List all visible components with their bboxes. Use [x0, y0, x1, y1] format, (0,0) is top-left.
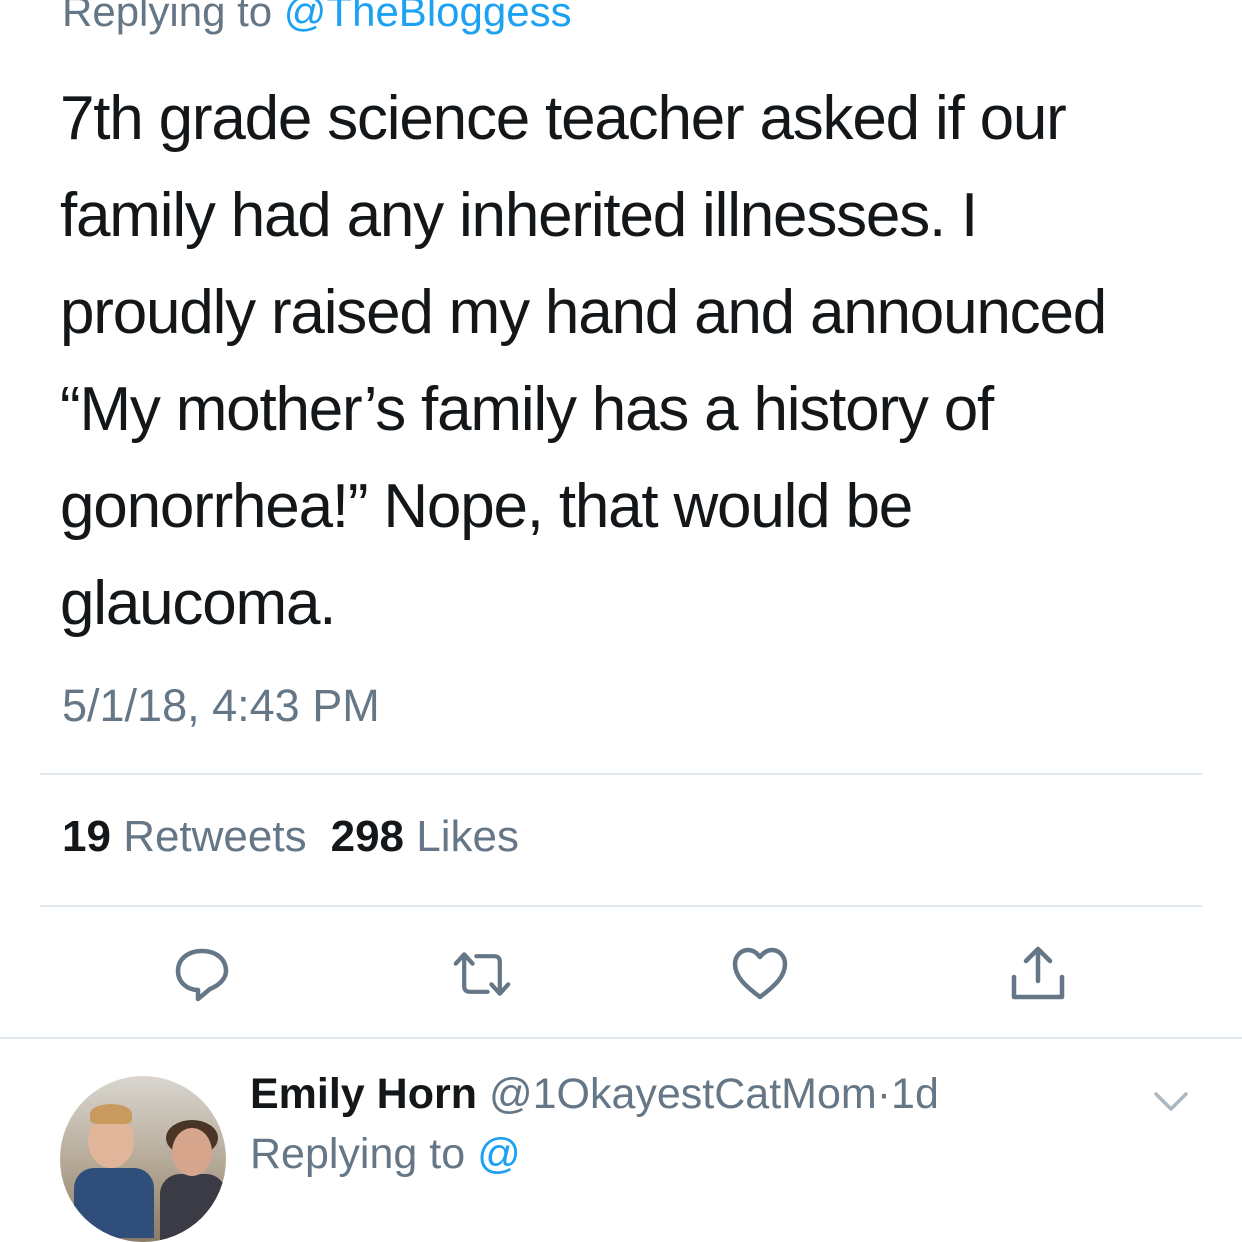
tweet-text-line: family had any inherited illnesses. I: [60, 181, 978, 250]
divider: [0, 1037, 1242, 1039]
likes-label: Likes: [416, 812, 519, 861]
replying-to: Replying to @TheBloggess: [62, 0, 572, 36]
replying-to-label: Replying to: [62, 0, 284, 35]
reply-button[interactable]: [172, 944, 232, 1004]
tweet-text-line: glaucoma.: [60, 569, 336, 638]
tweet-text: 7th grade science teacher asked if our f…: [60, 70, 1210, 652]
share-icon: [1011, 946, 1065, 1000]
avatar[interactable]: [60, 1076, 226, 1242]
retweets-stat[interactable]: 19 Retweets: [62, 812, 307, 861]
reply-replying-to-label: Replying to: [250, 1130, 478, 1178]
retweets-count: 19: [62, 812, 111, 861]
reply-replying-to: Replying to @: [250, 1130, 521, 1179]
likes-count: 298: [330, 812, 405, 861]
reply-tweet[interactable]: Emily Horn @1OkayestCatMom·1d Replying t…: [0, 1040, 1242, 1242]
reply-author-name[interactable]: Emily Horn: [250, 1070, 477, 1118]
divider: [40, 773, 1202, 775]
reply-age: 1d: [891, 1070, 939, 1118]
tweet-text-line: gonorrhea!” Nope, that would be: [60, 472, 913, 541]
reply-header: Emily Horn @1OkayestCatMom·1d: [250, 1070, 939, 1119]
reply-separator: ·: [876, 1070, 892, 1118]
replying-to-handle-link[interactable]: @TheBloggess: [284, 0, 572, 35]
divider: [40, 905, 1202, 907]
tweet-text-line: “My mother’s family has a history of: [60, 375, 994, 444]
tweet-text-line: proudly raised my hand and announced: [60, 278, 1107, 347]
reply-replying-to-handle[interactable]: @: [477, 1130, 521, 1178]
tweet-stats: 19 Retweets 298 Likes: [62, 812, 519, 862]
reply-author-handle[interactable]: @1OkayestCatMom: [489, 1070, 877, 1118]
retweet-icon: [453, 952, 511, 996]
reply-icon: [175, 948, 229, 1002]
retweet-button[interactable]: [452, 944, 512, 1004]
share-button[interactable]: [1008, 944, 1068, 1004]
likes-stat[interactable]: 298 Likes: [331, 812, 519, 861]
tweet-timestamp: 5/1/18, 4:43 PM: [62, 680, 380, 731]
retweets-label: Retweets: [123, 812, 307, 861]
tweet-text-line: 7th grade science teacher asked if our: [60, 84, 1067, 153]
like-button[interactable]: [730, 944, 790, 1004]
like-icon: [732, 947, 788, 1000]
chevron-down-icon[interactable]: [1148, 1078, 1194, 1124]
